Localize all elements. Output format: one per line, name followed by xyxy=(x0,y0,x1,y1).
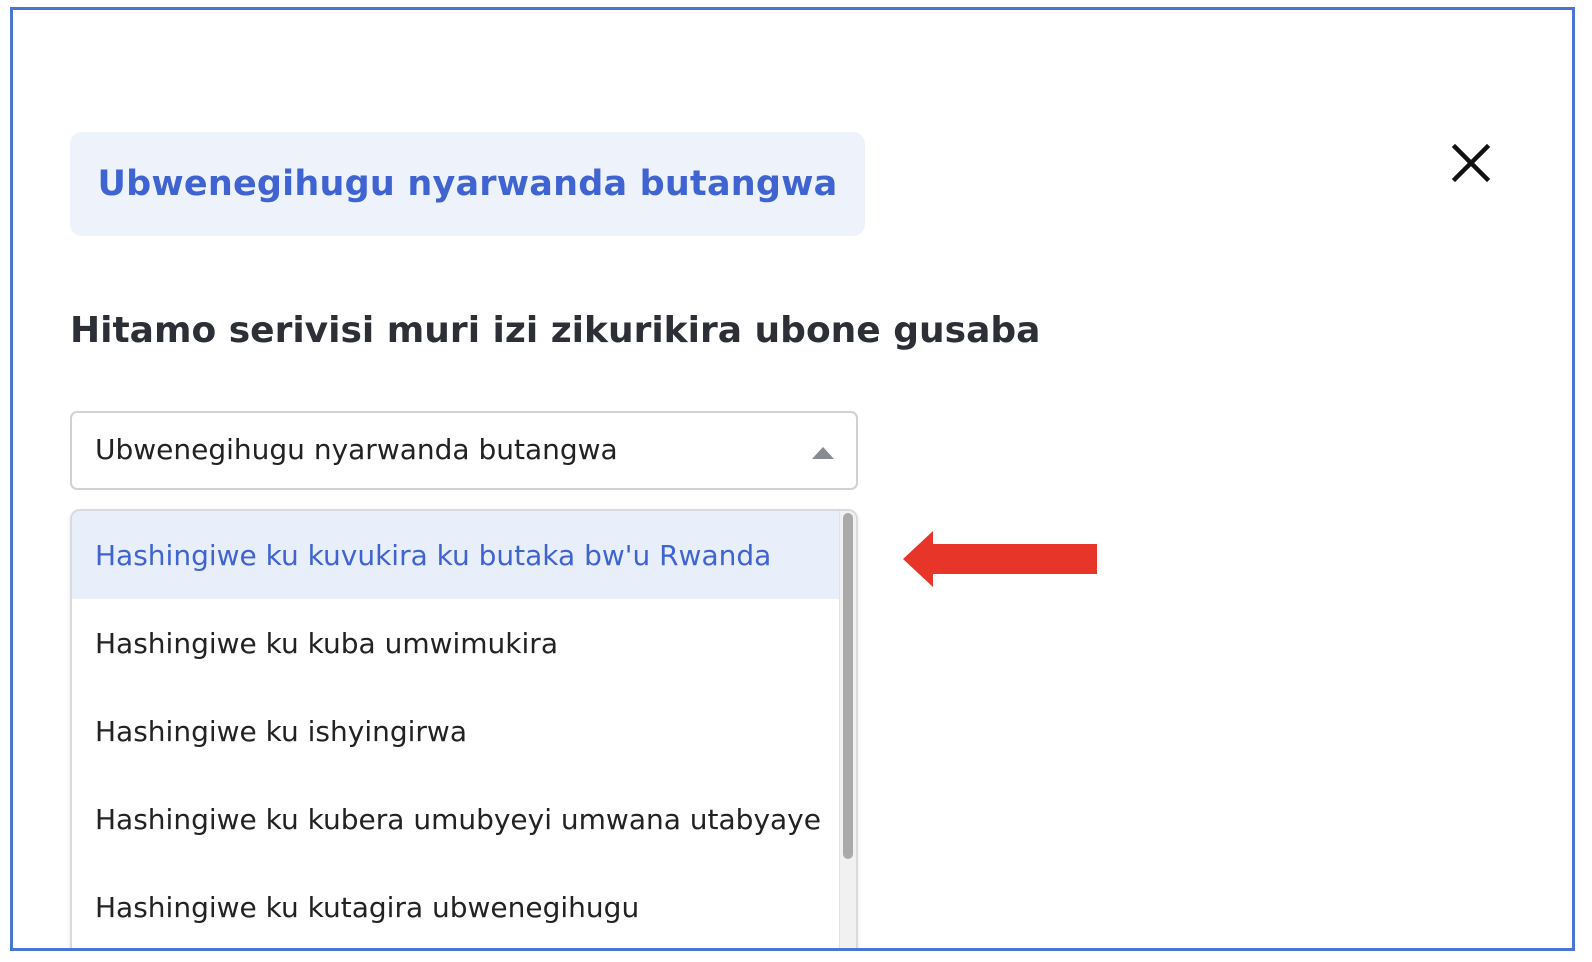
dropdown-scrollbar[interactable] xyxy=(839,511,856,948)
dropdown-option-label: Hashingiwe ku kutagira ubwenegihugu xyxy=(95,890,640,924)
dropdown-option-label: Hashingiwe ku ishyingirwa xyxy=(95,714,467,748)
page-heading: Hitamo serivisi muri izi zikurikira ubon… xyxy=(70,310,1041,351)
dropdown-option-marriage[interactable]: Hashingiwe ku ishyingirwa xyxy=(72,687,842,775)
dropdown-option-label: Hashingiwe ku kuba umwimukira xyxy=(95,626,558,660)
dropdown-option-label: Hashingiwe ku kubera umubyeyi umwana uta… xyxy=(95,802,821,836)
dropdown-option-immigrant[interactable]: Hashingiwe ku kuba umwimukira xyxy=(72,599,842,687)
dropdown-scrollbar-thumb[interactable] xyxy=(843,513,853,859)
close-button[interactable] xyxy=(1446,138,1496,188)
selected-service-label: Ubwenegihugu nyarwanda butangwa xyxy=(97,164,838,204)
caret-up-icon xyxy=(812,447,834,459)
modal-frame: Ubwenegihugu nyarwanda butangwa Hitamo s… xyxy=(10,7,1575,951)
service-select-value: Ubwenegihugu nyarwanda butangwa xyxy=(95,433,618,466)
close-icon xyxy=(1451,143,1491,183)
red-arrow-icon xyxy=(903,531,1097,587)
service-dropdown-list: Hashingiwe ku kuvukira ku butaka bw'u Rw… xyxy=(70,509,858,948)
dropdown-option-birth-on-territory[interactable]: Hashingiwe ku kuvukira ku butaka bw'u Rw… xyxy=(72,511,842,599)
dropdown-option-label: Hashingiwe ku kuvukira ku butaka bw'u Rw… xyxy=(95,538,772,572)
selected-service-chip: Ubwenegihugu nyarwanda butangwa xyxy=(70,132,865,236)
dropdown-option-stateless[interactable]: Hashingiwe ku kutagira ubwenegihugu xyxy=(72,863,842,948)
service-select[interactable]: Ubwenegihugu nyarwanda butangwa xyxy=(70,411,858,490)
dropdown-option-adoption[interactable]: Hashingiwe ku kubera umubyeyi umwana uta… xyxy=(72,775,842,863)
